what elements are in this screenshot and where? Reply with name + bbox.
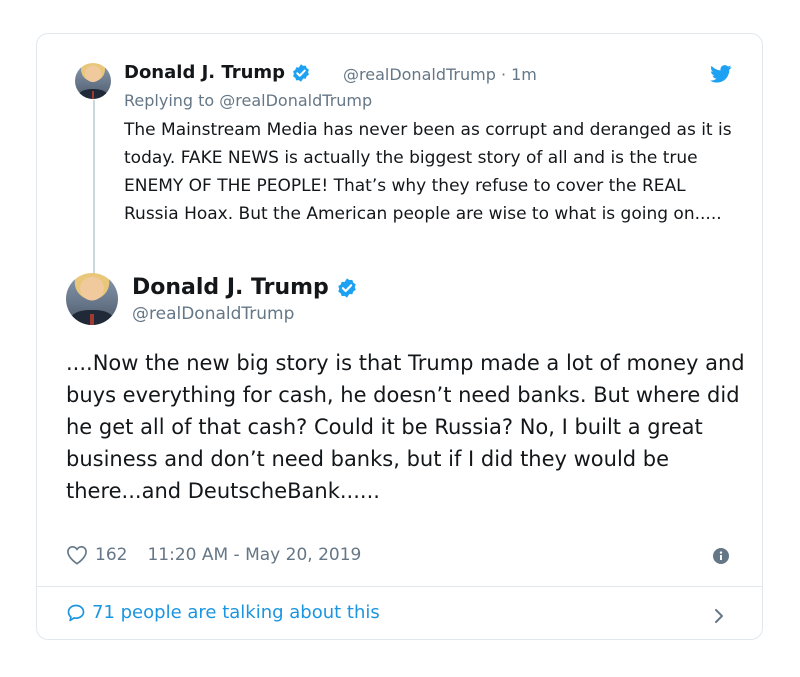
- timestamp[interactable]: 11:20 AM - May 20, 2019: [147, 545, 361, 565]
- quoted-time[interactable]: · 1m: [501, 65, 537, 84]
- twitter-bird-icon[interactable]: [710, 65, 732, 83]
- conversation-label[interactable]: 71 people are talking about this: [92, 602, 380, 623]
- tweet-meta: 162 11:20 AM - May 20, 2019: [66, 545, 361, 565]
- main-author[interactable]: Donald J. Trump: [132, 275, 358, 300]
- quoted-author-name[interactable]: Donald J. Trump: [124, 62, 285, 83]
- conversation-link[interactable]: 71 people are talking about this: [66, 602, 380, 623]
- quoted-handle[interactable]: @realDonaldTrump: [343, 65, 496, 84]
- like-count[interactable]: 162: [95, 545, 127, 565]
- main-tweet-text: ....Now the new big story is that Trump …: [66, 351, 745, 503]
- replying-to[interactable]: Replying to @realDonaldTrump: [124, 91, 372, 110]
- avatar-small[interactable]: [75, 63, 111, 99]
- quoted-tweet-text: The Mainstream Media has never been as c…: [124, 120, 732, 224]
- quoted-author[interactable]: Donald J. Trump: [124, 62, 311, 83]
- avatar-large[interactable]: [66, 273, 118, 325]
- chevron-right-icon[interactable]: [714, 608, 724, 624]
- quoted-handle-time[interactable]: @realDonaldTrump · 1m: [343, 65, 537, 84]
- verified-icon: [293, 64, 310, 82]
- thread-line: [93, 100, 95, 300]
- divider: [37, 586, 762, 587]
- info-icon[interactable]: [713, 548, 729, 564]
- comment-bubble-icon: [67, 604, 85, 621]
- verified-icon: [338, 278, 357, 298]
- tweet-embed-card: Donald J. Trump @realDonaldTrump · 1m Re…: [36, 33, 763, 640]
- heart-icon[interactable]: [66, 545, 88, 565]
- main-author-name[interactable]: Donald J. Trump: [132, 275, 329, 300]
- main-handle[interactable]: @realDonaldTrump: [132, 304, 294, 324]
